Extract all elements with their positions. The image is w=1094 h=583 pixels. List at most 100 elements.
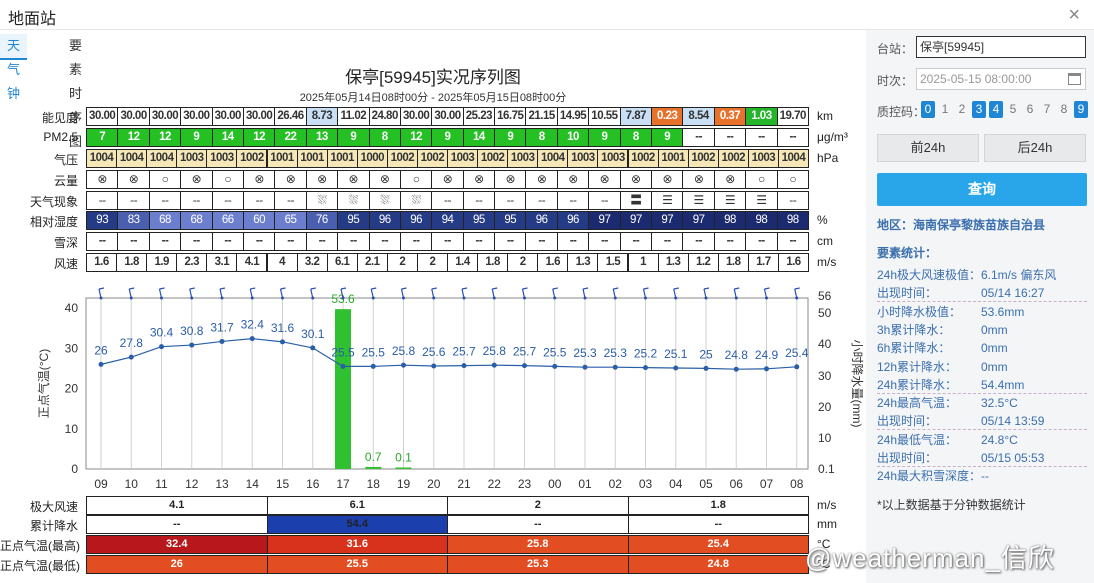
cell-pm: -- — [745, 128, 778, 147]
temperature-label: 25.7 — [513, 345, 537, 359]
stat-key: 小时降水极值： — [877, 304, 962, 319]
cell-snow: -- — [713, 232, 747, 251]
cell-pm: 14 — [211, 128, 244, 147]
cell-cloud: ⊗ — [86, 170, 119, 189]
temperature-point — [733, 366, 739, 372]
cell-pm: 9 — [431, 128, 464, 147]
cell-rh: 97 — [588, 211, 621, 230]
stat-key: 24h最大积雪深度： — [877, 469, 982, 484]
prev-24h-button[interactable]: 前24h — [877, 134, 979, 162]
cell-pres: 1002 — [627, 149, 659, 168]
tab-element-timeseries[interactable]: 要素时序图 — [62, 34, 89, 149]
cell-pm: 9 — [588, 128, 621, 147]
qc-code-9[interactable]: 9 — [1074, 101, 1088, 118]
cell-wx: -- — [776, 191, 809, 210]
qc-code-7[interactable]: 7 — [1040, 101, 1054, 118]
row-unit-snow: cm — [817, 234, 833, 248]
summary-cell: 32.4 — [86, 535, 268, 554]
x-tick-label: 09 — [94, 477, 108, 491]
cell-ws: 1.4 — [447, 253, 479, 272]
cell-cloud: ⊗ — [368, 170, 401, 189]
qc-code-6[interactable]: 6 — [1023, 101, 1037, 118]
cell-pm: 8 — [619, 128, 653, 147]
qc-code-2[interactable]: 2 — [955, 101, 969, 118]
cell-rh: 93 — [86, 211, 119, 230]
cell-rh: 97 — [682, 211, 715, 230]
cell-ws: 2 — [507, 253, 539, 272]
cell-rh: 95 — [494, 211, 527, 230]
cell-cloud: ○ — [148, 170, 182, 189]
stat-value: 0mm — [981, 359, 1008, 374]
wind-barb-dot — [613, 296, 617, 300]
cell-rh: 96 — [368, 211, 401, 230]
cell-pm: 9 — [337, 128, 370, 147]
qc-code-0[interactable]: 0 — [921, 101, 935, 118]
y-tick-label: 0 — [71, 462, 78, 476]
cell-ws: 2 — [386, 253, 418, 272]
cell-pm: 8 — [368, 128, 401, 147]
summary-label: 极大风速 — [29, 500, 78, 514]
cell-cloud: ⊗ — [117, 170, 150, 189]
x-tick-label: 11 — [155, 477, 168, 491]
time-input[interactable]: 2025-05-15 08:00:00 — [916, 68, 1086, 90]
qc-code-4[interactable]: 4 — [989, 101, 1003, 118]
wind-barb-dot — [644, 296, 647, 300]
summary-cell: 31.6 — [266, 535, 448, 554]
cell-rh: 66 — [211, 211, 244, 230]
temperature-label: 32.4 — [241, 318, 265, 332]
cell-rh: 95 — [462, 211, 496, 230]
cell-pm: 13 — [305, 128, 339, 147]
wind-barb-dot — [432, 296, 436, 300]
cell-vis: 30.00 — [117, 107, 150, 126]
next-24h-button[interactable]: 后24h — [984, 134, 1086, 162]
temperature-label: 25.3 — [573, 346, 597, 360]
cell-vis: 19.70 — [776, 107, 809, 126]
cell-pres: 1002 — [386, 149, 418, 168]
stat-key: 3h累计降水： — [877, 322, 951, 337]
summary-cell: 25.8 — [447, 535, 629, 554]
cell-ws: 1 — [627, 253, 659, 272]
query-button[interactable]: 查询 — [877, 173, 1087, 206]
wind-barb-dot — [704, 296, 708, 300]
cell-pres: 1003 — [507, 149, 539, 168]
close-icon[interactable]: × — [1068, 4, 1080, 27]
cell-pm: 14 — [462, 128, 496, 147]
x-tick-label: 14 — [246, 477, 260, 491]
temperature-label: 25 — [699, 347, 713, 361]
chart-subtitle: 2025年05月14日08时00分 - 2025年05月15日08时00分 — [299, 92, 567, 104]
qc-code-3[interactable]: 3 — [972, 101, 986, 118]
cell-vis: 8.73 — [305, 107, 339, 126]
cell-cloud: ⊗ — [305, 170, 339, 189]
stat-key: 24h累计降水： — [877, 377, 958, 392]
cell-vis: 21.15 — [525, 107, 558, 126]
tab-weather-clock[interactable]: 天气钟 — [0, 34, 28, 101]
wind-barb-dot — [734, 296, 738, 300]
row-label-pm: PM2.5 — [43, 130, 78, 144]
precip-label: 0.7 — [365, 450, 382, 464]
qc-code-5[interactable]: 5 — [1006, 101, 1020, 118]
qc-code-8[interactable]: 8 — [1057, 101, 1071, 118]
cell-cloud: ⊗ — [713, 170, 747, 189]
temperature-label: 31.6 — [271, 321, 295, 335]
stat-value: 05/15 05:53 — [981, 451, 1045, 465]
station-input[interactable]: 保亭[59945] — [916, 36, 1086, 58]
qc-code-1[interactable]: 1 — [938, 101, 952, 118]
cell-cloud: ⊗ — [525, 170, 558, 189]
stat-row: 3h累计降水： 0mm — [877, 321, 1087, 339]
cell-rh: 68 — [180, 211, 213, 230]
calendar-icon[interactable] — [1068, 73, 1081, 85]
station-label: 台站： — [877, 42, 914, 56]
cell-rh: 98 — [713, 211, 747, 230]
stat-value: 54.4mm — [981, 377, 1025, 392]
cell-snow: -- — [494, 232, 527, 251]
temperature-label: 24.8 — [725, 348, 749, 362]
x-tick-label: 19 — [397, 477, 411, 491]
stat-key: 24h最高气温： — [877, 396, 958, 411]
cell-snow: -- — [274, 232, 307, 251]
cell-wx: -- — [117, 191, 150, 210]
cell-ws: 4.1 — [236, 253, 268, 272]
cell-pres: 1004 — [146, 149, 178, 168]
cell-snow: -- — [556, 232, 590, 251]
temperature-label: 31.7 — [210, 320, 234, 334]
cell-pm: 10 — [556, 128, 590, 147]
